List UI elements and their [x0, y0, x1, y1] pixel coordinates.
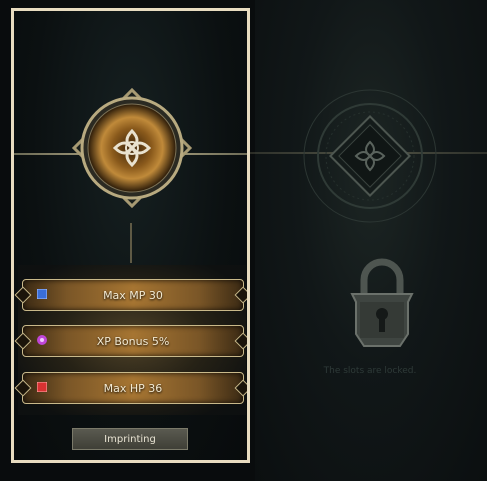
active-emblem-icon: [71, 87, 193, 209]
slot-panel[interactable]: Max MP 30 XP Bonus 5% Max HP 36 Imprinti…: [11, 8, 250, 463]
slot-row-3[interactable]: Max HP 36: [22, 372, 244, 404]
purple-round-gem-icon: [37, 335, 47, 345]
slot-row-2[interactable]: XP Bonus 5%: [22, 325, 244, 357]
vertical-connector: [130, 223, 132, 263]
right-background: [255, 0, 487, 481]
slot-label: Max HP 36: [103, 381, 163, 395]
slot-label: XP Bonus 5%: [96, 334, 170, 348]
locked-message: The slots are locked.: [323, 366, 417, 376]
imprinting-button[interactable]: Imprinting: [72, 428, 188, 450]
slot-label: Max MP 30: [103, 288, 163, 302]
padlock-icon: [350, 258, 414, 347]
slot-row-1[interactable]: Max MP 30: [22, 279, 244, 311]
blue-square-gem-icon: [37, 289, 47, 299]
locked-emblem-icon: [303, 89, 437, 223]
red-square-gem-icon: [37, 382, 47, 392]
